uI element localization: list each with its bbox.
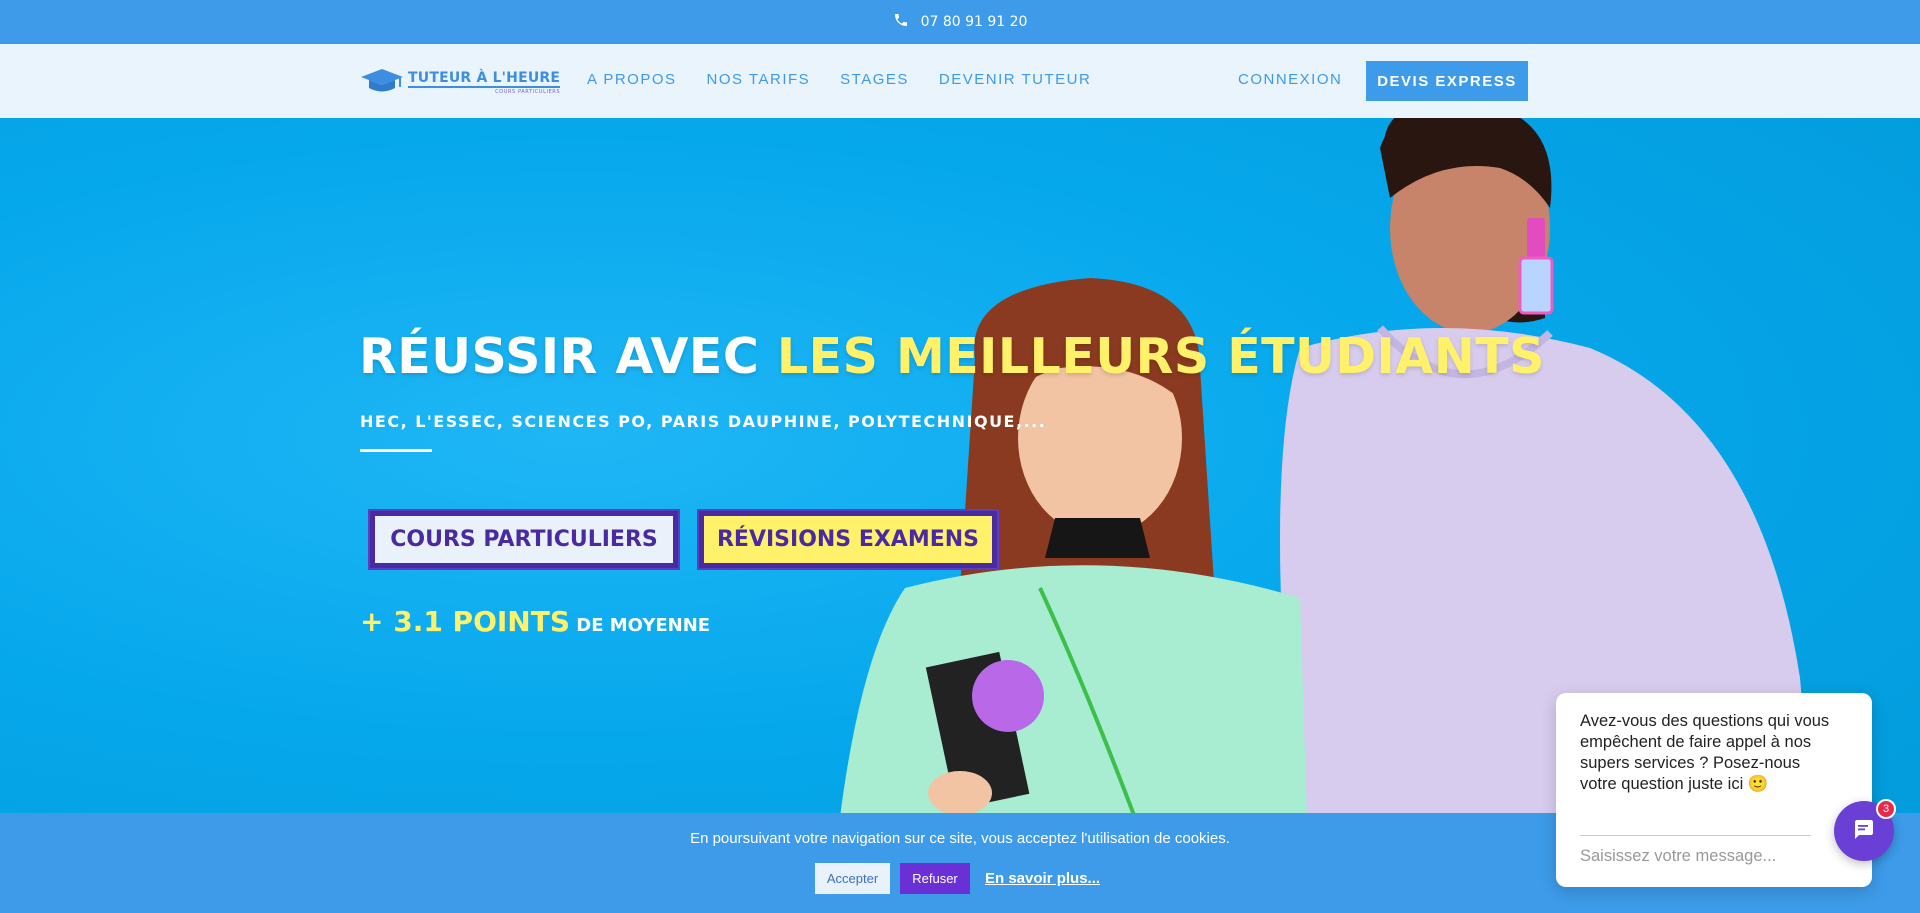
headline-part1: RÉUSSIR AVEC: [359, 328, 777, 385]
nav-link-devenir-tuteur[interactable]: DEVENIR TUTEUR: [939, 71, 1091, 88]
cours-particuliers-button[interactable]: COURS PARTICULIERS: [370, 511, 678, 568]
hero-headline: RÉUSSIR AVEC LES MEILLEURS ÉTUDIANTS: [359, 328, 1545, 385]
chat-unread-badge: 3: [1876, 799, 1896, 819]
headline-highlight: LES MEILLEURS ÉTUDIANTS: [776, 328, 1545, 385]
nav-link-nos-tarifs[interactable]: NOS TARIFS: [707, 71, 811, 88]
login-link[interactable]: CONNEXION: [1238, 71, 1342, 88]
chat-divider: [1580, 835, 1811, 836]
learn-more-link[interactable]: En savoir plus...: [985, 870, 1100, 887]
nav-link-stages[interactable]: STAGES: [840, 71, 909, 88]
accept-cookies-button[interactable]: Accepter: [815, 863, 890, 894]
logo-subtitle: COURS PARTICULIERS: [495, 89, 561, 95]
chat-bubble-icon: [1852, 817, 1876, 845]
graduation-cap-icon: [360, 67, 404, 99]
chat-message-input[interactable]: [1580, 847, 1830, 866]
nav-links: A PROPOS NOS TARIFS STAGES DEVENIR TUTEU…: [587, 71, 1091, 88]
devis-express-button[interactable]: DEVIS EXPRESS: [1366, 61, 1528, 101]
revisions-examens-button[interactable]: RÉVISIONS EXAMENS: [699, 511, 997, 568]
main-navbar: TUTEUR À L'HEURE COURS PARTICULIERS A PR…: [0, 44, 1920, 118]
hero-schools: HEC, L'ESSEC, SCIENCES PO, PARIS DAUPHIN…: [360, 412, 1047, 431]
phone-number[interactable]: 07 80 91 91 20: [921, 14, 1028, 30]
hero-underline: [360, 449, 432, 452]
site-logo[interactable]: TUTEUR À L'HEURE COURS PARTICULIERS: [360, 67, 561, 99]
points-stat: + 3.1 POINTS DE MOYENNE: [360, 605, 710, 638]
cookie-actions: Accepter Refuser En savoir plus...: [815, 863, 1100, 894]
chat-greeting: Avez-vous des questions qui vous empêche…: [1580, 712, 1830, 793]
points-value: + 3.1 POINTS: [360, 605, 570, 638]
logo-title: TUTEUR À L'HEURE: [408, 70, 561, 88]
points-label: DE MOYENNE: [570, 615, 711, 636]
refuse-cookies-button[interactable]: Refuser: [900, 863, 970, 894]
nav-link-a-propos[interactable]: A PROPOS: [587, 71, 677, 88]
top-contact-bar: 07 80 91 91 20: [0, 0, 1920, 44]
chat-popup: Avez-vous des questions qui vous empêche…: [1556, 693, 1872, 887]
phone-icon: [893, 12, 909, 32]
